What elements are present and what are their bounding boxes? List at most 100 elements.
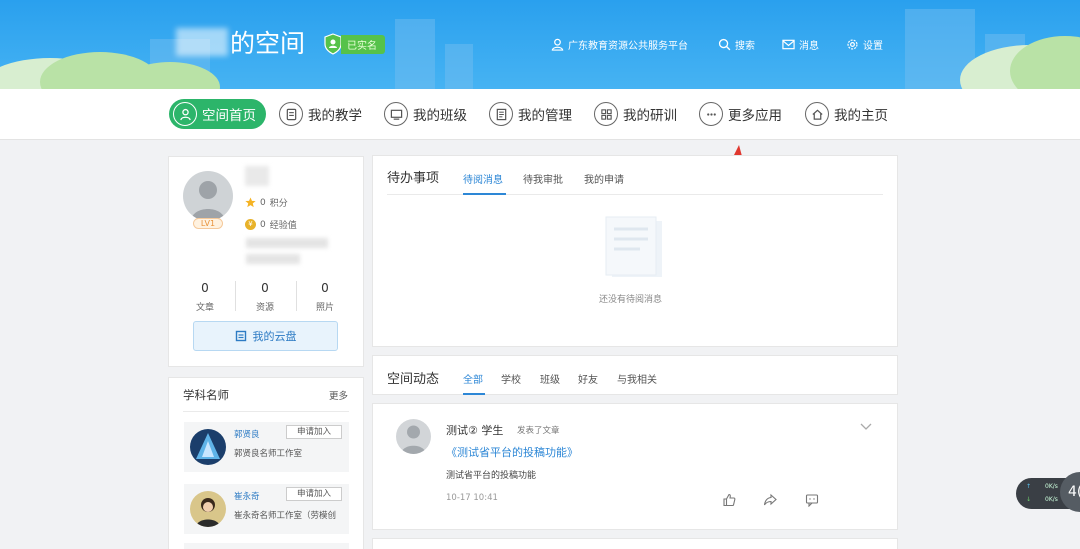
divider bbox=[183, 411, 349, 412]
verified-label: 已实名 bbox=[341, 34, 385, 54]
network-speed-widget[interactable]: ↑ 0K/s ↓ 0K/s 4( bbox=[1016, 472, 1080, 512]
settings-link-label: 设置 bbox=[863, 41, 883, 52]
tab-school[interactable]: 学校 bbox=[501, 371, 521, 386]
post-avatar[interactable] bbox=[396, 419, 431, 454]
more-icon bbox=[699, 102, 723, 126]
share-icon[interactable] bbox=[763, 493, 777, 507]
grid-icon bbox=[594, 102, 618, 126]
chevron-down-icon[interactable] bbox=[860, 423, 872, 431]
nav-my-training[interactable]: 我的研训 bbox=[594, 99, 677, 129]
tab-friends[interactable]: 好友 bbox=[578, 371, 598, 386]
points-value: 0 bbox=[260, 197, 266, 208]
verified-badge: 已实名 bbox=[323, 33, 385, 55]
cloud-disk-icon bbox=[235, 330, 246, 342]
tab-all[interactable]: 全部 bbox=[463, 371, 483, 386]
stat-label: 资源 bbox=[255, 303, 274, 313]
document-icon bbox=[489, 102, 513, 126]
header-banner bbox=[0, 0, 1080, 89]
stat-label: 照片 bbox=[315, 303, 334, 313]
stat-number: 0 bbox=[201, 281, 209, 295]
stat-articles[interactable]: 0 文章 bbox=[180, 281, 230, 313]
monitor-icon bbox=[384, 102, 408, 126]
search-link[interactable]: 搜索 bbox=[718, 37, 755, 52]
teacher-row[interactable]: 崔永奇 申请加入 崔永奇名师工作室（劳模创 bbox=[184, 484, 349, 534]
home-icon bbox=[805, 102, 829, 126]
up-arrow-icon: ↑ bbox=[1026, 483, 1032, 490]
avatar[interactable] bbox=[183, 171, 233, 221]
teacher-studio: 郭贤良名师工作室 bbox=[234, 449, 303, 459]
message-link[interactable]: 消息 bbox=[782, 37, 819, 52]
divider bbox=[235, 281, 236, 311]
teacher-avatar bbox=[190, 429, 226, 465]
message-link-label: 消息 bbox=[799, 41, 819, 52]
stat-number: 0 bbox=[321, 281, 329, 295]
active-tab-underline bbox=[463, 193, 506, 195]
stat-label: 文章 bbox=[195, 303, 214, 313]
tab-unread-messages[interactable]: 待阅消息 bbox=[463, 171, 503, 186]
search-link-label: 搜索 bbox=[735, 41, 755, 52]
blurred-info bbox=[246, 238, 328, 248]
platform-link-label: 广东教育资源公共服务平台 bbox=[568, 41, 688, 52]
divider bbox=[387, 194, 883, 195]
teacher-name[interactable]: 崔永奇 bbox=[234, 490, 260, 502]
level-badge: LV1 bbox=[193, 218, 223, 229]
space-title: 的空间 bbox=[230, 29, 306, 58]
teacher-row[interactable] bbox=[184, 543, 349, 549]
speed-badge[interactable]: 4( bbox=[1060, 472, 1080, 512]
teacher-avatar bbox=[190, 491, 226, 527]
tab-my-applications[interactable]: 我的申请 bbox=[584, 171, 624, 186]
nav-my-teaching[interactable]: 我的教学 bbox=[279, 99, 362, 129]
book-icon bbox=[279, 102, 303, 126]
upload-value: 0K/s bbox=[1045, 483, 1058, 490]
nav-more-apps[interactable]: 更多应用 bbox=[699, 99, 782, 129]
teachers-more-link[interactable]: 更多 bbox=[329, 388, 348, 402]
platform-link[interactable]: 广东教育资源公共服务平台 bbox=[551, 37, 688, 52]
stat-photos[interactable]: 0 照片 bbox=[300, 281, 350, 313]
post-action: 发表了文章 bbox=[517, 426, 560, 436]
comment-icon[interactable] bbox=[805, 493, 819, 507]
post-author[interactable]: 测试② 学生 bbox=[446, 422, 503, 438]
coin-icon: ¥ bbox=[245, 219, 256, 230]
nav-label: 我的研训 bbox=[623, 108, 677, 124]
blurred-profile-name bbox=[245, 166, 269, 186]
banner-building bbox=[395, 19, 435, 89]
stat-number: 0 bbox=[261, 281, 269, 295]
banner-building bbox=[445, 44, 473, 89]
feed-title: 空间动态 bbox=[387, 372, 440, 387]
search-icon bbox=[718, 38, 731, 51]
download-speed: ↓ 0K/s bbox=[1026, 496, 1058, 503]
apply-join-button[interactable]: 申请加入 bbox=[286, 487, 342, 501]
teachers-title: 学科名师 bbox=[183, 388, 229, 402]
settings-link[interactable]: 设置 bbox=[846, 37, 883, 52]
nav-my-class[interactable]: 我的班级 bbox=[384, 99, 467, 129]
active-tab-underline bbox=[463, 393, 485, 395]
nav-label: 我的班级 bbox=[413, 108, 467, 124]
post-article-link[interactable]: 《测试省平台的投稿功能》 bbox=[446, 444, 578, 460]
my-cloud-label: 我的云盘 bbox=[252, 330, 297, 343]
nav-my-homepage[interactable]: 我的主页 bbox=[805, 99, 888, 129]
points-label: 积分 bbox=[269, 199, 288, 209]
default-avatar-icon bbox=[401, 425, 426, 454]
tab-class[interactable]: 班级 bbox=[540, 371, 560, 386]
teacher-row[interactable]: 郭贤良 申请加入 郭贤良名师工作室 bbox=[184, 422, 349, 472]
feed-post bbox=[372, 538, 898, 549]
nav-space-home[interactable]: 空间首页 bbox=[169, 99, 266, 129]
my-cloud-button[interactable]: 我的云盘 bbox=[193, 321, 338, 351]
nav-label: 我的教学 bbox=[308, 108, 362, 124]
exp-value: 0 bbox=[260, 219, 266, 230]
nav-label: 我的主页 bbox=[834, 108, 888, 124]
apply-join-button[interactable]: 申请加入 bbox=[286, 425, 342, 439]
tab-pending-approval[interactable]: 待我审批 bbox=[523, 171, 563, 186]
divider bbox=[296, 281, 297, 311]
default-avatar-icon bbox=[191, 181, 225, 221]
upload-speed: ↑ 0K/s bbox=[1026, 483, 1058, 490]
nav-my-management[interactable]: 我的管理 bbox=[489, 99, 572, 129]
like-icon[interactable] bbox=[722, 493, 736, 507]
user-icon bbox=[551, 38, 564, 51]
empty-inbox-icon bbox=[605, 216, 662, 277]
empty-message: 还没有待阅消息 bbox=[599, 295, 663, 305]
tab-related-to-me[interactable]: 与我相关 bbox=[617, 371, 657, 386]
stat-resources[interactable]: 0 资源 bbox=[240, 281, 290, 313]
nav-label: 空间首页 bbox=[202, 108, 256, 124]
teacher-name[interactable]: 郭贤良 bbox=[234, 428, 260, 440]
